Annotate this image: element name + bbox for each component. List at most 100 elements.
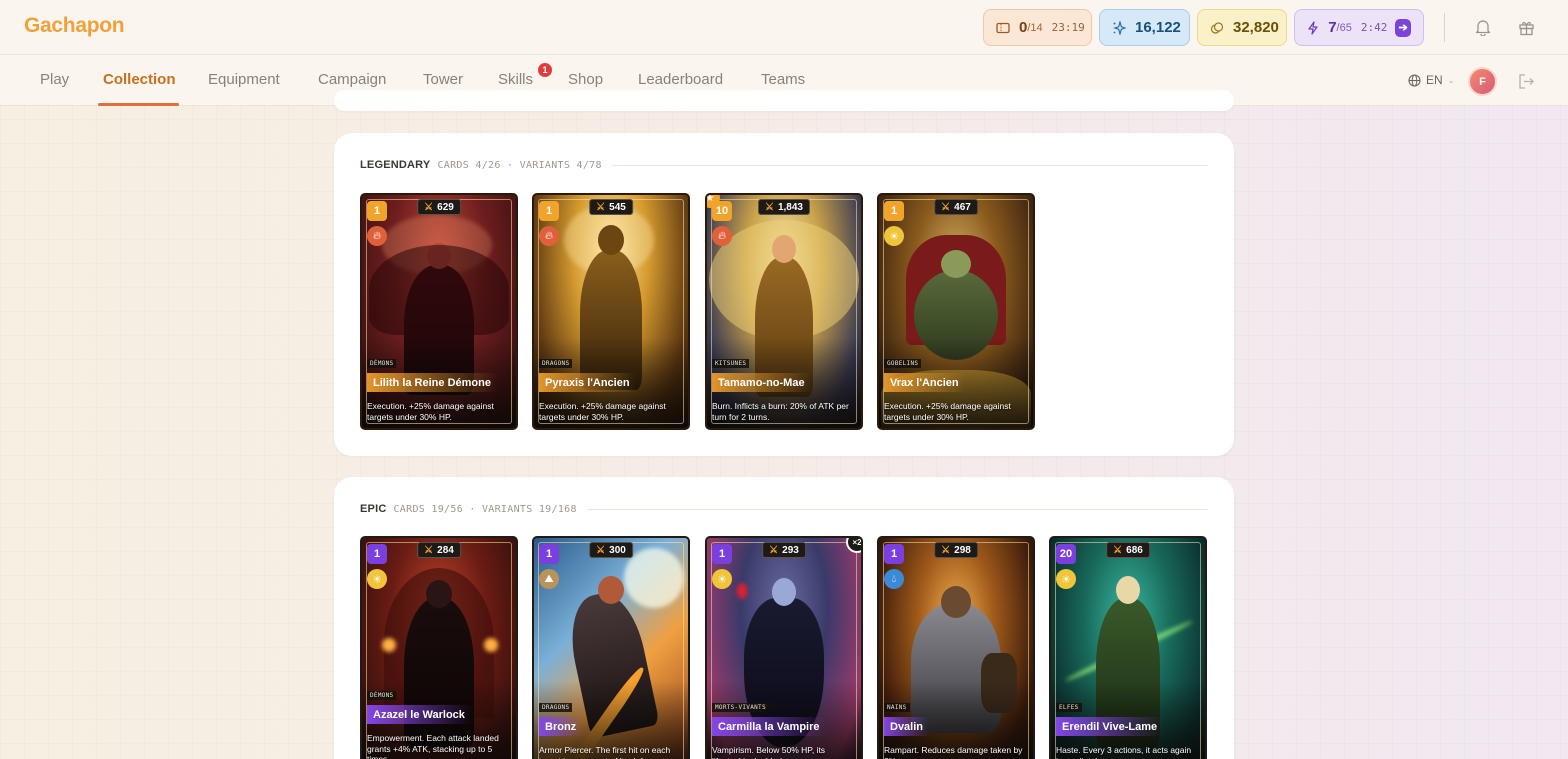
section-header: LEGENDARY CARDS 4/26 · VARIANTS 4/78 (360, 159, 1208, 171)
divider (611, 164, 1208, 166)
tab-tower[interactable]: Tower (423, 71, 463, 88)
mountain-icon: ⛰ (539, 569, 559, 589)
card-name: Erendil Vive-Lame (1056, 717, 1164, 736)
card-vrax[interactable]: ⚔ 467 1 ☀ GOBELINS Vrax l'Ancien Executio… (877, 193, 1035, 430)
card-name: Dvalin (884, 717, 930, 736)
gift-icon[interactable] (1516, 17, 1536, 37)
card-level: 1 (539, 201, 559, 221)
card-name: Tamamo-no-Mae (712, 373, 811, 392)
card-power: ⚔ 284 (417, 542, 461, 558)
water-drop-icon: 💧︎ (884, 569, 904, 589)
tickets-max: /14 (1027, 21, 1043, 34)
card-level: 1 (884, 201, 904, 221)
card-faction: DRAGONS (539, 703, 573, 712)
sun-icon: ☀ (712, 569, 732, 589)
card-name: Carmilla la Vampire (712, 717, 826, 736)
section-title: LEGENDARY (360, 159, 431, 171)
card-faction: DÉMONS (367, 691, 397, 700)
sparkle-icon (1112, 20, 1126, 35)
tickets-counter[interactable]: 0/14 23:19 (983, 9, 1092, 46)
card-level: 1 (539, 544, 559, 564)
card-lilith[interactable]: ⚔ 629 1 🔥︎ DÉMONS Lilith la Reine Démone … (360, 193, 518, 430)
card-dvalin[interactable]: ⚔ 298 1 💧︎ NAINS Dvalin Rampart. Reduces … (877, 536, 1035, 759)
tab-teams[interactable]: Teams (761, 71, 805, 88)
language-selector[interactable]: EN ⌄ (1408, 73, 1454, 87)
legendary-section: LEGENDARY CARDS 4/26 · VARIANTS 4/78 ⚔ 62… (334, 133, 1234, 456)
card-ability: Rampart. Reduces damage taken by 8%. (884, 745, 1023, 759)
card-ability: Haste. Every 3 actions, it acts again im… (1056, 745, 1192, 759)
card-azazel[interactable]: ⚔ 284 1 ☀ DÉMONS Azazel le Warlock Empowe… (360, 536, 518, 759)
card-power: ⚔ 686 (1106, 542, 1150, 558)
card-power: ⚔ 629 (417, 199, 461, 215)
epic-section: EPIC CARDS 19/56 · VARIANTS 19/168 ⚔ 284 … (334, 477, 1234, 759)
card-power: ⚔ 293 (762, 542, 806, 558)
card-ability: Vampirism. Below 50% HP, its lifesteal i… (712, 745, 826, 759)
crossed-swords-icon: ⚔ (596, 544, 606, 556)
tab-leaderboard[interactable]: Leaderboard (638, 71, 723, 88)
energy-value: 7 (1328, 19, 1337, 36)
tab-play[interactable]: Play (40, 71, 69, 88)
card-faction: KITSUNES (712, 359, 750, 368)
card-faction: GOBELINS (884, 359, 922, 368)
avatar[interactable]: F (1468, 67, 1497, 96)
gems-counter[interactable]: 16,122 (1099, 9, 1190, 46)
crossed-swords-icon: ⚔ (424, 544, 434, 556)
card-faction: MORTS-VIVANTS (712, 703, 769, 712)
coins-counter[interactable]: 32,820 (1197, 9, 1287, 46)
logout-icon[interactable] (1517, 72, 1536, 91)
sun-icon: ☀ (1056, 569, 1076, 589)
tab-collection[interactable]: Collection (103, 71, 176, 88)
card-carmilla[interactable]: ×2 ⚔ 293 1 ☀ MORTS-VIVANTS Carmilla la Va… (705, 536, 863, 759)
card-power: ⚔ 1,843 (758, 199, 810, 215)
tab-campaign[interactable]: Campaign (318, 71, 386, 88)
fire-icon: 🔥︎ (367, 226, 387, 246)
card-power: ⚔ 300 (589, 542, 633, 558)
card-name: Bronz (539, 717, 583, 736)
crossed-swords-icon: ⚔ (769, 544, 779, 556)
chevron-down-icon: ⌄ (1447, 75, 1455, 85)
tab-skills[interactable]: Skills (498, 71, 533, 88)
card-faction: DRAGONS (539, 359, 573, 368)
coins-value: 32,820 (1233, 19, 1279, 36)
section-stats: CARDS 19/56 · VARIANTS 19/168 (393, 503, 577, 515)
app-logo[interactable]: Gachapon (24, 14, 125, 38)
card-faction: DÉMONS (367, 359, 397, 368)
fire-icon: 🔥︎ (712, 226, 732, 246)
language-code: EN (1426, 73, 1443, 87)
card-ability: Burn. Inflicts a burn: 20% of ATK per tu… (712, 401, 849, 422)
energy-counter[interactable]: 7/65 2:42 ➔ (1294, 9, 1424, 46)
tab-equipment[interactable]: Equipment (208, 71, 280, 88)
divider (586, 508, 1208, 510)
crossed-swords-icon: ⚔ (941, 201, 951, 213)
card-ability: Armor Piercer. The first hit on each tar… (539, 745, 671, 759)
sun-icon: ☀ (884, 226, 904, 246)
card-tamamo[interactable]: ★ ⚔ 1,843 10 🔥︎ KITSUNES Tamamo-no-Mae Bu… (705, 193, 863, 430)
tickets-timer: 23:19 (1051, 21, 1085, 34)
skills-notification-badge: 1 (538, 63, 552, 77)
card-pyraxis[interactable]: ⚔ 545 1 🔥︎ DRAGONS Pyraxis l'Ancien Execu… (532, 193, 690, 430)
lightning-icon (1307, 20, 1319, 35)
card-name: Lilith la Reine Démone (367, 373, 497, 392)
crossed-swords-icon: ⚔ (765, 201, 774, 213)
card-bronz[interactable]: ⚔ 300 1 ⛰ DRAGONS Bronz Armor Piercer. Th… (532, 536, 690, 759)
card-ability: Empowerment. Each attack landed grants +… (367, 733, 499, 759)
card-erendil[interactable]: ⚔ 686 20 ☀ ELFES Erendil Vive-Lame Haste.… (1049, 536, 1207, 759)
section-stats: CARDS 4/26 · VARIANTS 4/78 (437, 159, 602, 171)
coin-icon (1210, 21, 1224, 35)
card-name: Pyraxis l'Ancien (539, 373, 636, 392)
card-power: ⚔ 467 (934, 199, 978, 215)
bell-icon[interactable] (1473, 17, 1493, 37)
tab-shop[interactable]: Shop (568, 71, 603, 88)
crossed-swords-icon: ⚔ (941, 544, 951, 556)
card-ability: Execution. +25% damage against targets u… (884, 401, 1011, 422)
globe-icon (1408, 73, 1421, 87)
arrow-right-icon[interactable]: ➔ (1395, 18, 1411, 37)
previous-rarity-panel (334, 90, 1234, 111)
card-power: ⚔ 545 (589, 199, 633, 215)
fire-icon: 🔥︎ (539, 226, 559, 246)
crossed-swords-icon: ⚔ (596, 201, 606, 213)
energy-timer: 2:42 (1360, 21, 1388, 34)
card-level: 1 (884, 544, 904, 564)
card-level: 1 (367, 201, 387, 221)
card-faction: ELFES (1056, 703, 1082, 712)
